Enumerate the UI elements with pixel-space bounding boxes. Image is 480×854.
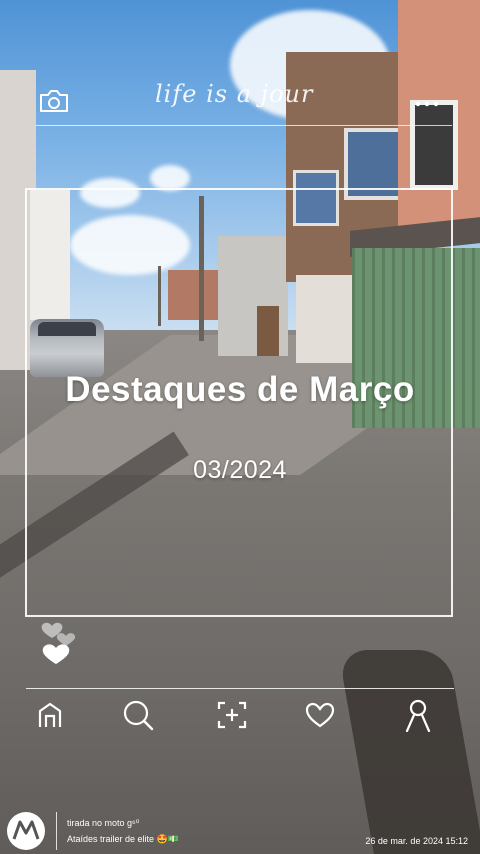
- hearts-decoration: [40, 612, 80, 668]
- add-photo-icon: [217, 701, 247, 729]
- nav-likes-button[interactable]: [302, 697, 338, 733]
- watermark-device-text: tirada no moto g⁶⁰: [67, 818, 140, 828]
- more-button[interactable]: [414, 96, 440, 107]
- nav-add-button[interactable]: [214, 697, 250, 733]
- search-icon: [123, 700, 154, 731]
- watermark-divider: [56, 812, 57, 850]
- window: [410, 100, 458, 190]
- heart-stack-icon: [41, 622, 76, 664]
- profile-icon: [405, 699, 431, 732]
- nav-search-button[interactable]: [120, 697, 156, 733]
- header-divider: [36, 125, 452, 126]
- highlight-date: 03/2024: [193, 456, 287, 484]
- home-icon: [38, 702, 62, 727]
- watermark-caption-text: Ataídes trailer de elite 🤩💵: [67, 834, 179, 844]
- heart-icon: [305, 702, 335, 728]
- camera-button[interactable]: [38, 88, 70, 114]
- watermark-datetime: 26 de mar. de 2024 15:12: [365, 836, 468, 846]
- nav-profile-button[interactable]: [400, 697, 436, 733]
- nav-divider: [26, 688, 454, 689]
- brand-script-text: life is a jour: [155, 80, 314, 108]
- motorola-logo: [6, 811, 46, 851]
- nav-home-button[interactable]: [32, 697, 68, 733]
- more-dots-icon: [415, 101, 439, 107]
- highlight-title: Destaques de Março: [65, 370, 415, 409]
- camera-icon: [40, 90, 68, 112]
- motorola-logo-icon: [7, 812, 45, 850]
